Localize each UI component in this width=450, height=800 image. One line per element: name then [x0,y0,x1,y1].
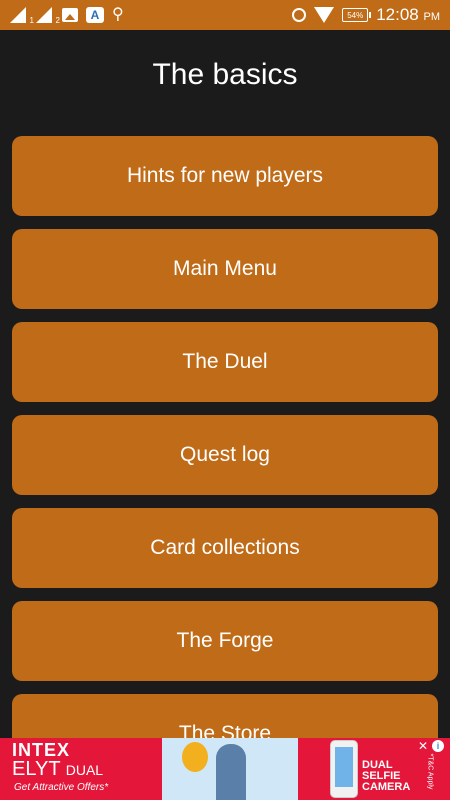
clock-ampm: PM [423,11,441,23]
status-bar-right: 54% 12:08 PM [292,5,440,25]
ad-photo [162,738,298,800]
signal-icon-sim2: 2 [36,7,60,25]
ad-feature-text: DUAL SELFIE CAMERA [362,759,411,793]
app-notification-icon: A [86,7,104,23]
battery-icon: 54% [342,8,372,22]
page-title: The basics [152,58,298,91]
signal-icon-sim1: 1 [10,7,34,25]
clock-time: 12:08 [376,5,419,24]
image-notification-icon [62,8,78,22]
ad-offers: Get Attractive Offers* [14,782,109,793]
menu-list: Hints for new players Main Menu The Duel… [12,136,438,787]
menu-button-main-menu[interactable]: Main Menu [12,229,438,309]
wifi-icon [314,7,335,23]
menu-button-hints[interactable]: Hints for new players [12,136,438,216]
status-bar: 1 2 A ⚲ 54% 12:08 PM [0,0,450,30]
ad-banner[interactable]: INTEX ELYT DUAL Get Attractive Offers* D… [0,738,450,800]
menu-button-quest-log[interactable]: Quest log [12,415,438,495]
ad-close-icon[interactable]: ✕ [418,739,428,753]
clock: 12:08 PM [376,5,440,25]
ad-info-icon[interactable]: i [432,740,444,752]
ad-person-image [216,744,246,800]
ad-terms: *T&C Apply [426,753,434,790]
status-bar-left: 1 2 A ⚲ [10,5,124,25]
ad-phone-image [330,740,358,798]
alarm-icon [292,8,307,22]
menu-button-forge[interactable]: The Forge [12,601,438,681]
usb-icon: ⚲ [112,6,124,23]
menu-button-duel[interactable]: The Duel [12,322,438,402]
ad-balloon-image [182,742,208,772]
menu-button-card-collections[interactable]: Card collections [12,508,438,588]
ad-model: ELYT DUAL [12,758,104,780]
